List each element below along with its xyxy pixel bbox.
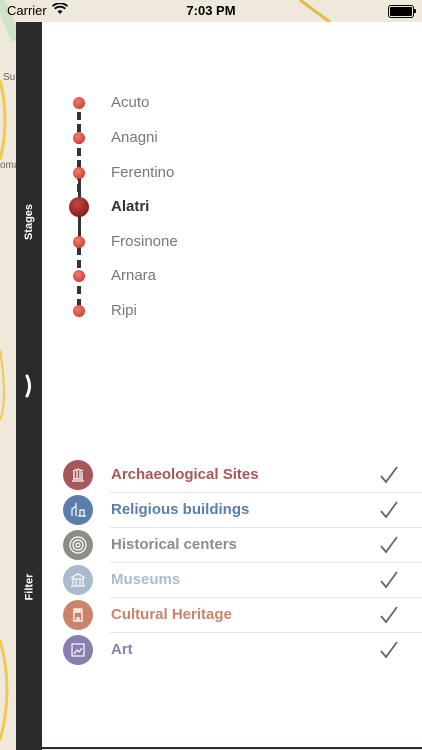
checkmark-icon[interactable] — [378, 569, 400, 591]
stage-dot-icon — [73, 97, 85, 109]
filter-label: Archaeological Sites — [111, 466, 259, 483]
status-bar: Carrier 7:03 PM — [0, 0, 422, 22]
clock: 7:03 PM — [186, 3, 236, 18]
filter-item-museums[interactable]: Museums — [42, 563, 422, 598]
stage-label: Acuto — [111, 94, 150, 111]
tab-stages[interactable]: Stages — [16, 192, 42, 252]
stage-dot-icon — [73, 132, 85, 144]
filter-label: Art — [111, 641, 133, 658]
stage-item-arnara[interactable]: Arnara — [42, 263, 422, 289]
stage-label: Ripi — [111, 302, 137, 319]
stage-dot-icon — [73, 270, 85, 282]
church-icon — [63, 495, 93, 525]
filter-label: Historical centers — [111, 536, 237, 553]
checkmark-icon[interactable] — [378, 534, 400, 556]
filter-item-religious-buildings[interactable]: Religious buildings — [42, 493, 422, 528]
stages-list: Acuto Anagni Ferentino Alatri Frosinone … — [42, 22, 422, 352]
stage-label: Ferentino — [111, 164, 175, 181]
stage-dot-icon — [73, 305, 85, 317]
stage-item-frosinone[interactable]: Frosinone — [42, 229, 422, 255]
filter-label: Museums — [111, 571, 181, 588]
stage-item-anagni[interactable]: Anagni — [42, 125, 422, 151]
tab-stages-label: Stages — [23, 203, 36, 241]
stage-label: Alatri — [111, 198, 150, 215]
stage-label: Frosinone — [111, 233, 178, 250]
tab-filter-label: Filter — [23, 573, 35, 601]
stage-dot-icon — [73, 167, 85, 179]
stage-label: Anagni — [111, 129, 158, 146]
stage-dot-active-icon — [69, 197, 89, 217]
frame-icon — [63, 635, 93, 665]
side-drawer-bar: Stages Filter — [16, 22, 42, 750]
side-panel: Acuto Anagni Ferentino Alatri Frosinone … — [42, 22, 422, 749]
drawer-handle-icon[interactable] — [24, 374, 34, 398]
tab-filter[interactable]: Filter — [16, 557, 42, 617]
target-icon — [63, 530, 93, 560]
checkmark-icon[interactable] — [378, 499, 400, 521]
stage-item-alatri[interactable]: Alatri — [42, 194, 422, 220]
columns-icon — [63, 460, 93, 490]
filter-label: Religious buildings — [111, 501, 250, 518]
map-label: Su — [3, 72, 16, 83]
filter-item-art[interactable]: Art — [42, 633, 422, 667]
tower-icon — [63, 600, 93, 630]
stage-label: Arnara — [111, 267, 157, 284]
filter-item-historical-centers[interactable]: Historical centers — [42, 528, 422, 563]
checkmark-icon[interactable] — [378, 464, 400, 486]
stage-item-acuto[interactable]: Acuto — [42, 90, 422, 116]
checkmark-icon[interactable] — [378, 604, 400, 626]
stage-dot-icon — [73, 236, 85, 248]
filter-item-archaeological-sites[interactable]: Archaeological Sites — [42, 458, 422, 493]
battery-icon — [388, 5, 416, 18]
stage-item-ferentino[interactable]: Ferentino — [42, 160, 422, 186]
stage-item-ripi[interactable]: Ripi — [42, 298, 422, 324]
filter-item-cultural-heritage[interactable]: Cultural Heritage — [42, 598, 422, 633]
checkmark-icon[interactable] — [378, 639, 400, 661]
filter-label: Cultural Heritage — [111, 606, 232, 623]
museum-icon — [63, 565, 93, 595]
